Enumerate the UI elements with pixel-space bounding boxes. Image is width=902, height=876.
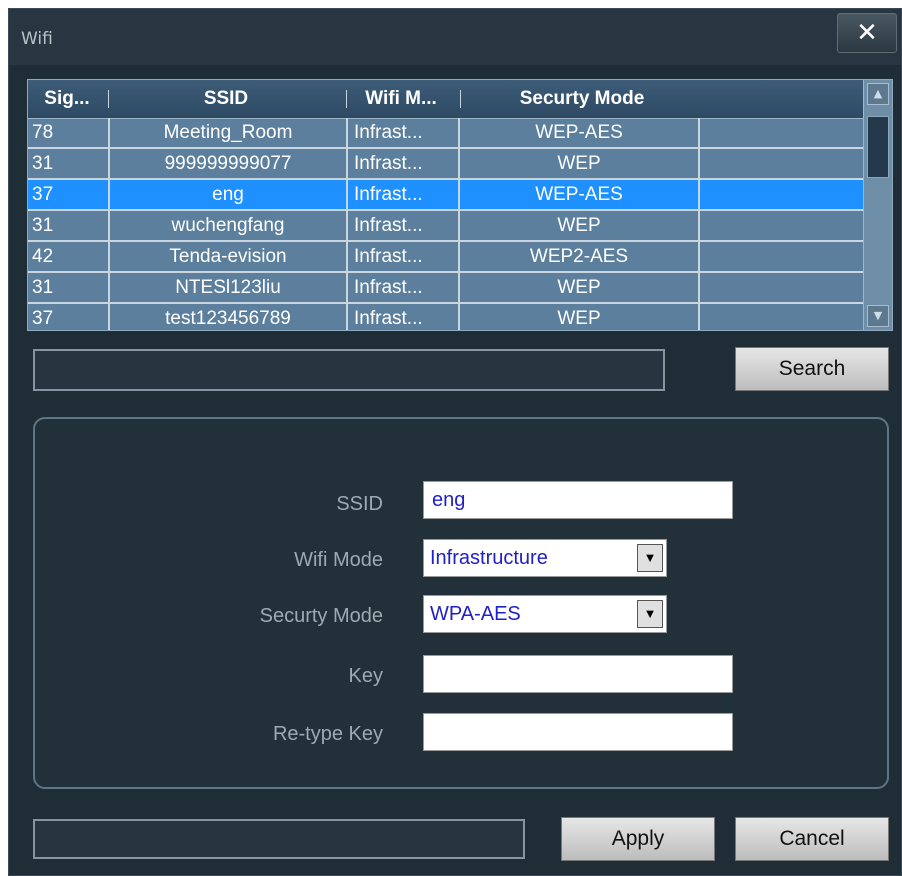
table-header: Sig... SSID Wifi M... Securty Mode — [28, 80, 864, 119]
cell-wifi-mode: Infrast... — [354, 184, 423, 205]
table-row[interactable]: 37 eng Infrast... WEP-AES — [28, 180, 864, 211]
cell-security-mode: WEP-AES — [535, 184, 623, 205]
wifi-mode-label: Wifi Mode — [294, 549, 383, 571]
wifi-mode-value: Infrastructure — [430, 547, 548, 569]
table-row[interactable]: 31 NTESl123liu Infrast... WEP — [28, 273, 864, 304]
cell-ssid: eng — [212, 184, 244, 205]
cell-ssid: NTESl123liu — [175, 277, 281, 298]
chevron-down-icon[interactable]: ▼ — [637, 544, 663, 572]
arrow-down-icon: ▼ — [873, 309, 883, 322]
status-field — [33, 819, 525, 859]
cell-wifi-mode: Infrast... — [354, 122, 423, 143]
table-row[interactable]: 31 999999999077 Infrast... WEP — [28, 149, 864, 180]
ssid-field[interactable]: eng — [423, 481, 733, 519]
column-header-security-mode[interactable]: Securty Mode — [464, 80, 700, 118]
cell-ssid: 999999999077 — [164, 153, 292, 174]
cell-wifi-mode: Infrast... — [354, 246, 423, 267]
retype-key-field[interactable] — [423, 713, 733, 751]
cell-signal: 37 — [32, 308, 54, 329]
column-divider — [108, 90, 109, 108]
network-table: Sig... SSID Wifi M... Securty Mode 78 Mee… — [27, 79, 893, 331]
table-scrollbar[interactable]: ▲ ▼ — [863, 80, 892, 330]
cell-ssid: wuchengfang — [171, 215, 285, 236]
search-input[interactable] — [33, 349, 665, 391]
key-field[interactable] — [423, 655, 733, 693]
retype-key-label: Re-type Key — [272, 723, 383, 745]
security-mode-select[interactable]: WPA-AES ▼ — [423, 595, 667, 633]
arrow-up-icon: ▲ — [873, 87, 883, 100]
key-label: Key — [348, 665, 383, 687]
column-header-ssid[interactable]: SSID — [114, 80, 338, 118]
column-divider — [460, 90, 461, 108]
cell-wifi-mode: Infrast... — [354, 153, 423, 174]
scrollbar-thumb[interactable] — [867, 116, 889, 178]
title-bar[interactable]: Wifi ✕ — [9, 9, 901, 65]
cell-signal: 37 — [32, 184, 54, 205]
cell-signal: 31 — [32, 153, 54, 174]
table-row[interactable]: 31 wuchengfang Infrast... WEP — [28, 211, 864, 242]
table-row[interactable]: 42 Tenda-evision Infrast... WEP2-AES — [28, 242, 864, 273]
search-button[interactable]: Search — [735, 347, 889, 391]
cell-ssid: test123456789 — [165, 308, 291, 329]
cell-security-mode: WEP2-AES — [529, 246, 629, 267]
cell-ssid: Meeting_Room — [163, 122, 293, 143]
ssid-label: SSID — [336, 493, 383, 515]
security-mode-label: Securty Mode — [259, 605, 383, 627]
column-divider — [346, 90, 347, 108]
table-row[interactable]: 37 test123456789 Infrast... WEP — [28, 304, 864, 330]
column-divider — [698, 118, 700, 330]
security-mode-value: WPA-AES — [430, 603, 521, 625]
column-header-signal[interactable]: Sig... — [32, 80, 102, 118]
cell-wifi-mode: Infrast... — [354, 215, 423, 236]
chevron-down-icon[interactable]: ▼ — [637, 600, 663, 628]
cell-wifi-mode: Infrast... — [354, 277, 423, 298]
apply-button[interactable]: Apply — [561, 817, 715, 861]
cell-signal: 42 — [32, 246, 54, 267]
cell-security-mode: WEP — [557, 308, 601, 329]
cell-ssid: Tenda-evision — [169, 246, 287, 267]
scroll-down-button[interactable]: ▼ — [867, 305, 889, 327]
network-settings-panel: SSID eng Wifi Mode Infrastructure ▼ Secu… — [33, 417, 889, 789]
cell-signal: 78 — [32, 122, 54, 143]
close-button[interactable]: ✕ — [837, 13, 897, 53]
cell-wifi-mode: Infrast... — [354, 308, 423, 329]
cell-security-mode: WEP — [557, 215, 601, 236]
scroll-up-button[interactable]: ▲ — [867, 83, 889, 105]
wifi-mode-select[interactable]: Infrastructure ▼ — [423, 539, 667, 577]
column-divider — [458, 118, 460, 330]
column-header-wifi-mode[interactable]: Wifi M... — [350, 80, 452, 118]
cell-security-mode: WEP-AES — [535, 122, 623, 143]
cell-security-mode: WEP — [557, 153, 601, 174]
cell-security-mode: WEP — [557, 277, 601, 298]
window-title: Wifi — [21, 29, 53, 49]
cell-signal: 31 — [32, 215, 54, 236]
wifi-dialog: Wifi ✕ Sig... SSID Wifi M... Securty Mod… — [8, 8, 902, 876]
cell-signal: 31 — [32, 277, 54, 298]
column-divider — [108, 118, 110, 330]
cancel-button[interactable]: Cancel — [735, 817, 889, 861]
column-divider — [346, 118, 348, 330]
close-icon: ✕ — [856, 18, 878, 48]
table-row[interactable]: 78 Meeting_Room Infrast... WEP-AES — [28, 118, 864, 149]
